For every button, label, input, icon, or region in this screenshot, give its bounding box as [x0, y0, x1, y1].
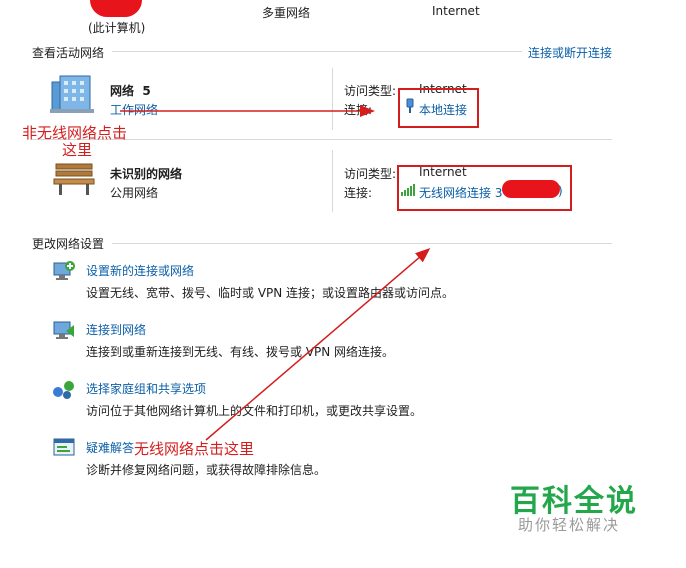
internet-label[interactable]: Internet: [432, 4, 480, 18]
connect-network-icon: [52, 319, 76, 341]
network-type-link[interactable]: 工作网络: [110, 101, 158, 118]
access-type-label: 访问类型:: [344, 84, 397, 98]
troubleshoot-link[interactable]: 疑难解答: [86, 439, 134, 456]
active-networks-divider: [112, 51, 522, 52]
annotation-wired-line2: 这里: [62, 141, 93, 159]
watermark-sub: 助你轻松解决: [518, 516, 621, 534]
connection-label: 连接:: [344, 186, 373, 200]
multi-network-label: 多重网络: [262, 6, 311, 20]
network-name: 未识别的网络: [110, 167, 183, 181]
highlight-box-wireless-connection: [397, 165, 572, 211]
troubleshoot-description: 诊断并修复网络问题，或获得故障排除信息。: [86, 463, 327, 477]
connection-label: 连接:: [344, 103, 373, 117]
change-settings-header: 更改网络设置: [32, 237, 105, 251]
this-pc-label: (此计算机): [88, 21, 146, 35]
new-connection-icon: [52, 260, 76, 282]
redaction-mark: [90, 0, 142, 17]
setup-connection-description: 设置无线、宽带、拨号、临时或 VPN 连接；或设置路由器或访问点。: [86, 286, 455, 300]
homegroup-icon: [52, 378, 76, 400]
network-divider-vertical: [332, 150, 333, 212]
park-bench-icon: [52, 160, 96, 196]
highlight-box-local-connection: [398, 88, 479, 128]
connect-to-network-description: 连接到或重新连接到无线、有线、拨号或 VPN 网络连接。: [86, 345, 395, 359]
homegroup-sharing-description: 访问位于其他网络计算机上的文件和打印机，或更改共享设置。: [86, 404, 423, 418]
connect-disconnect-link[interactable]: 连接或断开连接: [528, 44, 612, 61]
network-name: 网络 5: [110, 84, 151, 98]
change-settings-divider: [112, 243, 612, 244]
network-type: 公用网络: [110, 186, 159, 200]
active-networks-header: 查看活动网络: [32, 46, 105, 60]
setup-connection-link[interactable]: 设置新的连接或网络: [86, 262, 194, 279]
connect-to-network-link[interactable]: 连接到网络: [86, 321, 146, 338]
annotation-wireless: 无线网络点击这里: [134, 440, 255, 458]
access-type-label: 访问类型:: [344, 167, 397, 181]
troubleshoot-icon: [52, 437, 76, 459]
building-network-icon: [50, 74, 96, 114]
network-divider-vertical: [332, 68, 333, 130]
homegroup-sharing-link[interactable]: 选择家庭组和共享选项: [86, 380, 206, 397]
